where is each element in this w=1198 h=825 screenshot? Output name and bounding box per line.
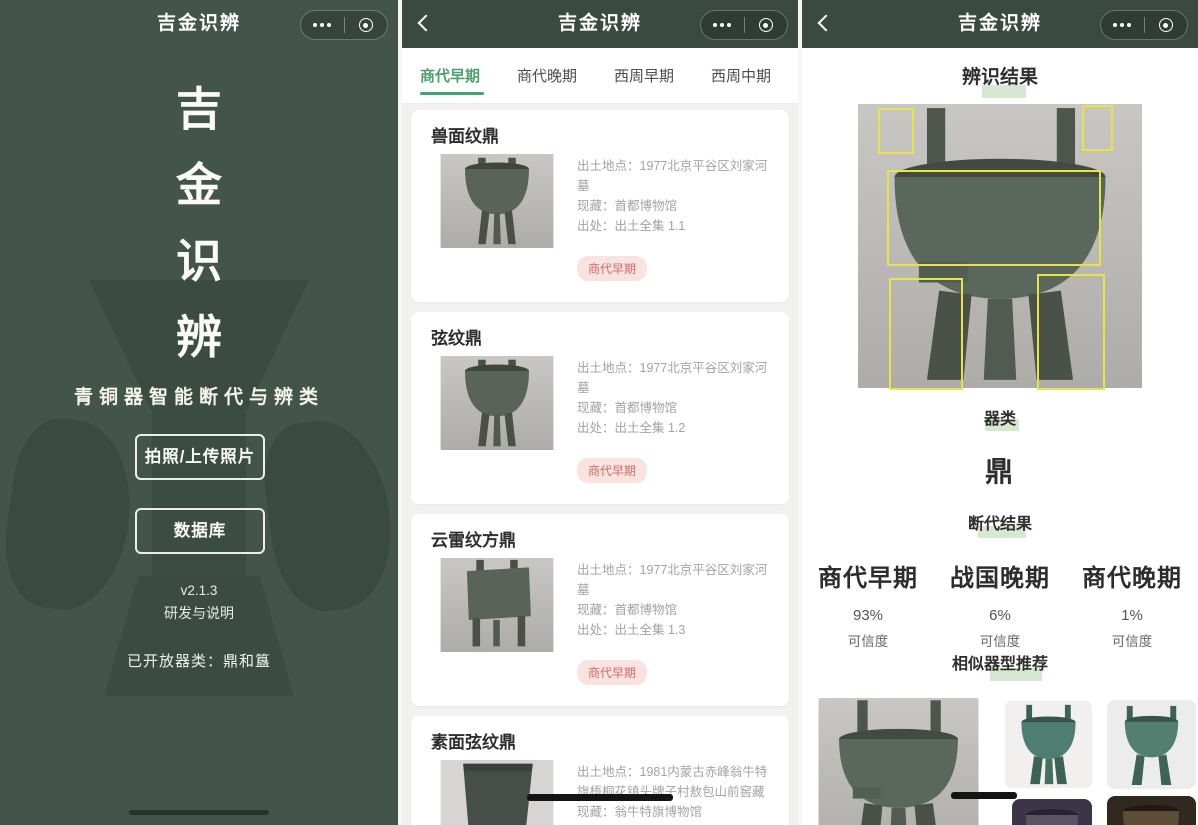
tab-west-zhou-early[interactable]: 西周早期 [614, 65, 674, 86]
confidence-percent: 6% [934, 607, 1066, 624]
source: 出处：出土全集 1.3 [577, 620, 773, 640]
more-menu-icon[interactable] [701, 11, 744, 39]
period-tag: 商代早期 [577, 256, 647, 281]
upload-photo-button[interactable]: 拍照/上传照片 [135, 434, 265, 480]
excavation-site: 出土地点：1977北京平谷区刘家河墓 [577, 560, 773, 600]
close-minimize-icon[interactable] [345, 11, 388, 39]
open-types-label: 已开放器类：鼎和簋 [0, 650, 398, 671]
period-name: 战国晚期 [934, 558, 1066, 593]
similar-item-thumbnail[interactable] [1005, 700, 1092, 789]
database-navbar: 吉金识辨 [402, 0, 798, 48]
vessel-photo [431, 154, 563, 248]
logo-char: 辨 [0, 300, 398, 376]
vessel-name: 云雷纹方鼎 [431, 526, 516, 551]
annotation-connector-line [951, 792, 1017, 799]
source: 出处：出土全集 1.1 [577, 216, 773, 236]
detection-box-body [887, 170, 1101, 266]
close-minimize-icon[interactable] [1145, 11, 1188, 39]
result-heading: 辨识结果 [802, 62, 1198, 89]
wechat-capsule [300, 10, 388, 40]
vessel-card[interactable]: 兽面纹鼎 出土地点：1977北京平谷区刘家河墓 现藏：首都博物馆 出处：出土全集… [411, 110, 789, 302]
logo-char: 识 [0, 224, 398, 300]
vessel-name: 弦纹鼎 [431, 324, 482, 349]
similar-items-label: 相似器型推荐 [802, 650, 1198, 674]
category-label: 器类 [802, 405, 1198, 429]
more-menu-icon[interactable] [301, 11, 344, 39]
period-tabbar: 商代早期 商代晚期 西周早期 西周中期 西周晚期 [402, 48, 798, 104]
collection: 现藏：首都博物馆 [577, 398, 773, 418]
dating-label: 断代结果 [802, 510, 1198, 534]
app-subtitle: 青铜器智能断代与辨类 [0, 382, 398, 409]
dating-result: 商代早期 93% 可信度 [802, 558, 934, 650]
vessel-name: 兽面纹鼎 [431, 122, 499, 147]
result-screen: 吉金识辨 辨识结果 器类 鼎 断代结果 商代早期 93% 可 [802, 0, 1198, 825]
app-logo-vertical: 吉 金 识 辨 [0, 72, 398, 376]
vessel-card[interactable]: 弦纹鼎 出土地点：1977北京平谷区刘家河墓 现藏：首都博物馆 出处：出土全集 … [411, 312, 789, 504]
logo-char: 金 [0, 148, 398, 224]
wechat-capsule [1100, 10, 1188, 40]
dating-result: 商代晚期 1% 可信度 [1066, 558, 1198, 650]
period-tag: 商代早期 [577, 458, 647, 483]
version-label: v2.1.3 [0, 583, 398, 598]
similar-item-thumbnail-large[interactable] [812, 698, 985, 825]
similar-item-thumbnail[interactable] [1107, 700, 1196, 789]
close-minimize-icon[interactable] [745, 11, 788, 39]
result-navbar: 吉金识辨 [802, 0, 1198, 48]
detection-photo [858, 100, 1142, 392]
vessel-name: 素面弦纹鼎 [431, 728, 516, 753]
database-screen: 吉金识辨 商代早期 商代晚期 西周早期 西周中期 西周晚期 兽面纹鼎 出土地点：… [402, 0, 798, 825]
vessel-details: 出土地点：1981内蒙古赤峰翁牛特旗梧桐花镇头牌子村敖包山前窖藏 现藏：翁牛特旗… [577, 762, 773, 822]
vessel-details: 出土地点：1977北京平谷区刘家河墓 现藏：首都博物馆 出处：出土全集 1.3 [577, 560, 773, 640]
home-indicator-bar [129, 810, 269, 815]
excavation-site: 出土地点：1977北京平谷区刘家河墓 [577, 156, 773, 196]
active-tab-underline [420, 92, 484, 95]
vessel-photo [431, 356, 563, 450]
similar-item-thumbnail[interactable] [1107, 796, 1196, 825]
period-name: 商代晚期 [1066, 558, 1198, 593]
confidence-label: 可信度 [1066, 630, 1198, 650]
category-value: 鼎 [802, 450, 1198, 490]
similar-item-thumbnail[interactable] [1012, 799, 1092, 825]
collection: 现藏：翁牛特旗博物馆 [577, 802, 773, 822]
tab-shang-late[interactable]: 商代晚期 [517, 65, 577, 86]
dating-result: 战国晚期 6% 可信度 [934, 558, 1066, 650]
wechat-capsule [700, 10, 788, 40]
confidence-label: 可信度 [934, 630, 1066, 650]
logo-char: 吉 [0, 72, 398, 148]
vessel-photo [431, 558, 563, 652]
detection-box-left-ear [878, 108, 914, 154]
annotation-connector-line [527, 794, 673, 801]
app-collage: 吉金识辨 吉 金 识 辨 青铜器智能断代与辨类 拍照/上传照片 数据库 v2.1… [0, 0, 1198, 825]
confidence-label: 可信度 [802, 630, 934, 650]
confidence-percent: 1% [1066, 607, 1198, 624]
detection-box-right-ear [1082, 105, 1113, 151]
detection-box-left-leg [889, 278, 963, 390]
vessel-card[interactable]: 素面弦纹鼎 出土地点：1981内蒙古赤峰翁牛特旗梧桐花镇头牌子村敖包山前窖藏 现… [411, 716, 789, 825]
period-name: 商代早期 [802, 558, 934, 593]
vessel-details: 出土地点：1977北京平谷区刘家河墓 现藏：首都博物馆 出处：出土全集 1.1 [577, 156, 773, 236]
more-menu-icon[interactable] [1101, 11, 1144, 39]
dev-info-link[interactable]: 研发与说明 [0, 603, 398, 623]
vessel-details: 出土地点：1977北京平谷区刘家河墓 现藏：首都博物馆 出处：出土全集 1.2 [577, 358, 773, 438]
tab-shang-early[interactable]: 商代早期 [420, 65, 480, 86]
database-button[interactable]: 数据库 [135, 508, 265, 554]
dating-results: 商代早期 93% 可信度 战国晚期 6% 可信度 商代晚期 1% 可信度 [802, 558, 1198, 650]
collection: 现藏：首都博物馆 [577, 196, 773, 216]
source: 出处：出土全集 1.2 [577, 418, 773, 438]
vessel-photo [431, 760, 563, 825]
home-screen: 吉金识辨 吉 金 识 辨 青铜器智能断代与辨类 拍照/上传照片 数据库 v2.1… [0, 0, 398, 825]
excavation-site: 出土地点：1977北京平谷区刘家河墓 [577, 358, 773, 398]
collection: 现藏：首都博物馆 [577, 600, 773, 620]
period-tag: 商代早期 [577, 660, 647, 685]
home-navbar: 吉金识辨 [0, 0, 398, 48]
confidence-percent: 93% [802, 607, 934, 624]
vessel-card[interactable]: 云雷纹方鼎 出土地点：1977北京平谷区刘家河墓 现藏：首都博物馆 出处：出土全… [411, 514, 789, 706]
detection-box-right-leg [1037, 274, 1105, 390]
tab-west-zhou-mid[interactable]: 西周中期 [711, 65, 771, 86]
